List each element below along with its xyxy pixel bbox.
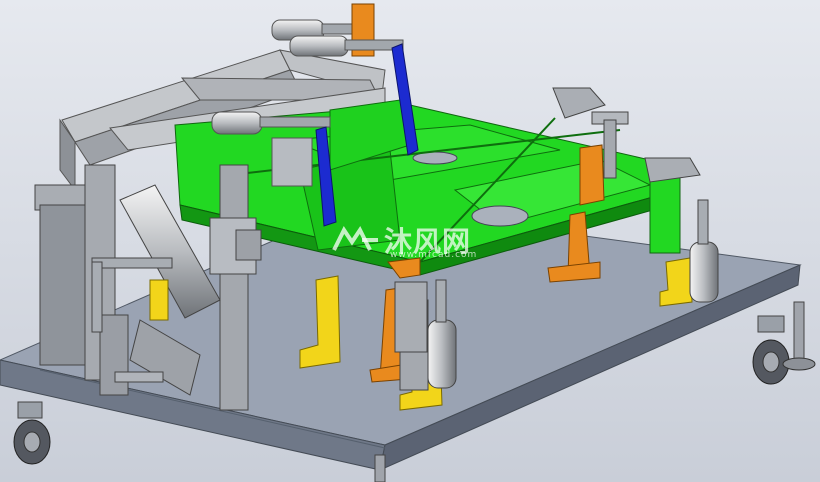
watermark-url-text: www.mfcad.com bbox=[390, 250, 478, 260]
leveling-foot-front bbox=[374, 454, 386, 482]
gray-clamp-bracket-mid bbox=[271, 137, 313, 187]
yellow-locator-left bbox=[149, 279, 169, 321]
gray-slide-block-center bbox=[394, 281, 428, 353]
watermark: 沐风网 www.mfcad.com bbox=[332, 220, 502, 270]
caster-wheel-right bbox=[752, 315, 790, 385]
mfcad-logo-icon bbox=[332, 226, 378, 251]
orange-support-back bbox=[579, 144, 605, 206]
